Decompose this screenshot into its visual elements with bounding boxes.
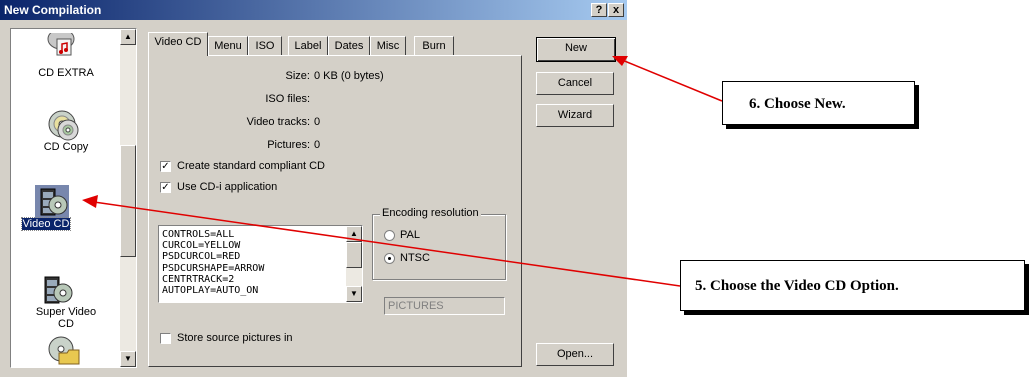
- arrowhead-video-cd: [82, 195, 98, 208]
- annotation-arrows: [82, 56, 723, 287]
- arrow-to-new-button: [621, 59, 723, 102]
- callout-step-6: 6. Choose New.: [722, 81, 915, 125]
- arrow-to-video-cd: [93, 201, 681, 287]
- tab-video-cd[interactable]: Video CD: [148, 32, 208, 56]
- callout-step-5: 5. Choose the Video CD Option.: [680, 260, 1025, 311]
